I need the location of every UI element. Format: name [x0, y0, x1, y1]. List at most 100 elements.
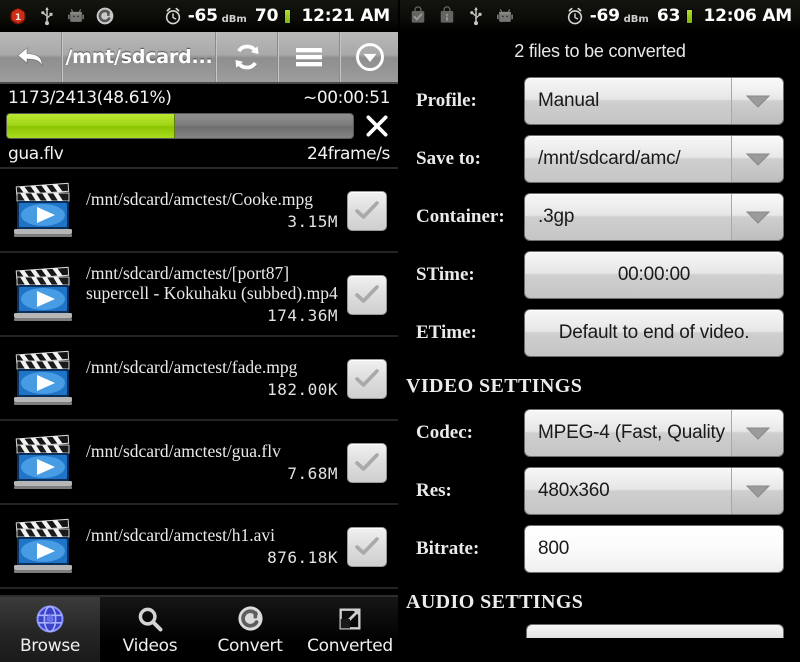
convert-c-icon — [236, 604, 265, 634]
tab-converted[interactable]: Converted — [300, 597, 398, 662]
signal-strength-unit: dBm — [623, 13, 649, 25]
current-path-button[interactable]: /mnt/sdcard... — [62, 32, 216, 82]
options-dropdown-button[interactable] — [340, 32, 398, 82]
tab-label: Videos — [122, 635, 178, 656]
progress-top-row: 1173/2413(48.61%) ~00:00:51 — [6, 88, 392, 108]
main-settings-fields: Profile: Manual Save to: /mnt/sdcard/amc… — [400, 72, 800, 362]
bitrate-input[interactable]: 800 — [524, 525, 784, 573]
convert-c-icon — [237, 606, 263, 631]
alarm-clock-icon — [165, 7, 180, 25]
tab-browse[interactable]: Browse — [0, 597, 100, 662]
status-clock: 12:06 AM — [703, 6, 792, 26]
form-row-res: Res: 480x360 — [400, 462, 800, 520]
file-list-item[interactable]: /mnt/sdcard/amctest/h1.avi 876.18K — [0, 505, 398, 589]
file-size-label: 182.00K — [267, 380, 338, 400]
notification-badge-icon: 1 — [10, 8, 26, 25]
checkmark-icon — [355, 201, 379, 219]
video-clapperboard-icon — [6, 263, 82, 325]
video-clapperboard-icon — [14, 182, 72, 237]
video-clapperboard-icon — [14, 350, 72, 405]
saveto-dropdown[interactable]: /mnt/sdcard/amc/ — [524, 135, 784, 183]
profile-dropdown[interactable]: Manual — [524, 77, 784, 125]
chevron-down-icon — [745, 485, 770, 498]
file-info: /mnt/sdcard/amctest/[port87] supercell -… — [82, 263, 344, 326]
left-status-indicators: -65 dBm 70 12:21 AM — [163, 6, 390, 26]
profile-label: Profile: — [416, 90, 477, 111]
close-x-icon — [366, 115, 388, 137]
res-dropdown[interactable]: 480x360 — [524, 467, 784, 515]
checkbox-box — [347, 191, 387, 231]
back-button[interactable] — [0, 32, 62, 82]
export-share-icon — [336, 604, 364, 634]
profile-dropdown-arrow[interactable] — [731, 78, 783, 124]
tab-videos[interactable]: Videos — [100, 597, 200, 662]
container-dropdown[interactable]: .3gp — [524, 193, 784, 241]
signal-strength-value: -69 — [589, 6, 620, 26]
right-status-indicators: -69 dBm 63 12:06 AM — [565, 6, 792, 26]
saveto-dropdown-arrow[interactable] — [731, 136, 783, 182]
refresh-icon — [235, 44, 259, 70]
status-clock: 12:21 AM — [301, 6, 390, 26]
etime-button[interactable]: Default to end of video. — [524, 309, 784, 357]
video-clapperboard-icon — [6, 431, 82, 493]
stime-button[interactable]: 00:00:00 — [524, 251, 784, 299]
file-info: /mnt/sdcard/amctest/h1.avi 876.18K — [82, 525, 344, 567]
tab-label: Browse — [19, 635, 81, 656]
usb-icon — [470, 6, 482, 26]
file-select-checkbox[interactable] — [344, 525, 390, 567]
usb-icon — [41, 6, 53, 26]
current-path-label: /mnt/sdcard... — [65, 46, 213, 68]
menu-button[interactable] — [278, 32, 340, 82]
progress-bar — [6, 113, 354, 139]
audio-settings-first-field-partial[interactable] — [526, 624, 784, 638]
checkbox-box — [347, 527, 387, 567]
file-path-label: /mnt/sdcard/amctest/fade.mpg — [86, 356, 298, 377]
globe-browse-icon — [35, 604, 65, 634]
file-list-item[interactable]: /mnt/sdcard/amctest/gua.flv 7.68M — [0, 421, 398, 505]
form-row-saveto: Save to: /mnt/sdcard/amc/ — [400, 130, 800, 188]
refresh-button[interactable] — [216, 32, 278, 82]
stime-label: STime: — [416, 264, 475, 285]
left-phone-screen: 1 -65 dBm 70 12:21 AM /mnt/sdcard... 117… — [0, 0, 400, 662]
chevron-down-icon — [745, 211, 770, 224]
video-clapperboard-icon — [14, 518, 72, 573]
tab-convert[interactable]: Convert — [200, 597, 300, 662]
globe-browse-icon — [36, 605, 64, 632]
video-file-list[interactable]: /mnt/sdcard/amctest/Cooke.mpg 3.15M /mnt… — [0, 169, 398, 589]
chevron-down-icon — [745, 95, 770, 108]
file-select-checkbox[interactable] — [344, 273, 390, 315]
right-status-bar: -69 dBm 63 12:06 AM — [400, 0, 800, 32]
svg-text:1: 1 — [15, 12, 21, 23]
codec-dropdown[interactable]: MPEG-4 (Fast, Quality — [524, 409, 784, 457]
battery-percent-value: 70 — [254, 6, 279, 26]
file-select-checkbox[interactable] — [344, 441, 390, 483]
progress-frames-label: 1173/2413(48.61%) — [8, 88, 172, 108]
search-magnifier-icon — [136, 604, 164, 634]
chevron-down-icon — [745, 153, 770, 166]
file-list-item[interactable]: /mnt/sdcard/amctest/Cooke.mpg 3.15M — [0, 169, 398, 253]
video-clapperboard-icon — [6, 515, 82, 577]
video-settings-fields: Codec: MPEG-4 (Fast, Quality Res: 480x36… — [400, 404, 800, 578]
video-clapperboard-icon — [14, 266, 72, 321]
convert-settings-form: 2 files to be converted Profile: Manual … — [400, 32, 800, 638]
form-row-codec: Codec: MPEG-4 (Fast, Quality — [400, 404, 800, 462]
file-select-checkbox[interactable] — [344, 189, 390, 231]
codec-dropdown-arrow[interactable] — [731, 410, 783, 456]
file-select-checkbox[interactable] — [344, 357, 390, 399]
file-size-label: 876.18K — [267, 548, 338, 568]
bitrate-label: Bitrate: — [416, 538, 480, 559]
res-dropdown-arrow[interactable] — [731, 468, 783, 514]
right-phone-screen: -69 dBm 63 12:06 AM 2 files to be conver… — [400, 0, 800, 662]
file-path-label: /mnt/sdcard/amctest/h1.avi — [86, 524, 276, 545]
file-path-label: /mnt/sdcard/amctest/Cooke.mpg — [86, 188, 313, 209]
checkbox-box — [347, 359, 387, 399]
checkmark-icon — [355, 285, 379, 303]
file-list-item[interactable]: /mnt/sdcard/amctest/fade.mpg 182.00K — [0, 337, 398, 421]
progress-current-file: gua.flv — [8, 144, 64, 164]
video-clapperboard-icon — [14, 434, 72, 489]
bottom-tab-bar: Browse Videos Convert Converted — [0, 595, 398, 662]
file-list-item[interactable]: /mnt/sdcard/amctest/[port87] supercell -… — [0, 253, 398, 337]
container-dropdown-arrow[interactable] — [731, 194, 783, 240]
left-status-bar: 1 -65 dBm 70 12:21 AM — [0, 0, 398, 32]
cancel-conversion-button[interactable] — [362, 111, 392, 141]
